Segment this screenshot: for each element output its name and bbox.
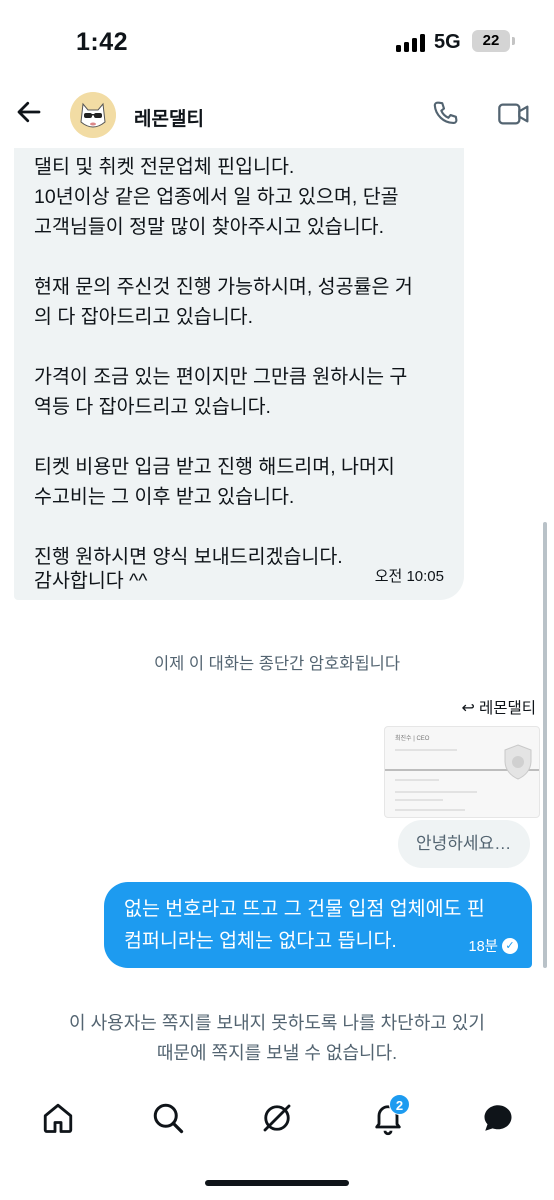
card-name: 최진수 | CEO <box>395 736 430 742</box>
shield-logo-icon <box>504 744 532 780</box>
forwarded-name: 레몬댈티 <box>478 700 536 717</box>
scrollbar[interactable] <box>543 522 547 968</box>
message-line: 수고비는 그 이후 받고 있습니다. <box>34 486 295 508</box>
reply-arrow-icon: ↩ <box>461 700 475 717</box>
message-line: 감사합니다 ^^ <box>34 570 148 592</box>
incoming-message-bubble[interactable]: 댈티 및 취켓 전문업체 핀입니다. 10년이상 같은 업종에서 일 하고 있으… <box>14 148 464 600</box>
notifications-tab[interactable]: 2 <box>370 1094 410 1136</box>
avatar[interactable] <box>70 92 116 138</box>
home-icon[interactable] <box>40 1100 76 1136</box>
message-line: 고객님들이 정말 많이 찾아주시고 있습니다. <box>34 216 385 238</box>
phone-icon[interactable] <box>430 98 462 130</box>
conversation[interactable]: 댈티 및 취켓 전문업체 핀입니다. 10년이상 같은 업종에서 일 하고 있으… <box>0 148 554 980</box>
message-meta: 18분 ✓ <box>469 935 518 956</box>
message-timestamp: 18분 <box>468 939 498 955</box>
network-type: 5G <box>434 31 461 53</box>
outgoing-message-bubble[interactable]: 없는 번호라고 뜨고 그 건물 입점 업체에도 핀 컴퍼니라는 업체는 없다고 … <box>104 882 532 968</box>
conversation-header: 레몬댈티 <box>0 80 554 148</box>
encryption-notice: 이제 이 대화는 종단간 암호화됩니다 <box>153 655 401 673</box>
status-time: 1:42 <box>76 28 129 56</box>
business-card-image[interactable]: 최진수 | CEO <box>384 726 540 818</box>
message-line: 티켓 비용만 입금 받고 진행 해드리며, 나머지 <box>34 456 395 478</box>
forwarded-label: ↩ 레몬댈티 <box>462 696 536 718</box>
reply-preview[interactable]: 안녕하세요… <box>398 820 530 868</box>
read-check-icon: ✓ <box>502 937 518 954</box>
message-timestamp: 오전 10:05 <box>374 568 444 585</box>
grok-icon[interactable] <box>259 1100 295 1136</box>
messages-icon[interactable] <box>480 1100 516 1136</box>
search-icon[interactable] <box>150 1100 186 1136</box>
message-line: 없는 번호라고 뜨고 그 건물 입점 업체에도 핀 <box>124 898 485 920</box>
back-arrow-icon[interactable] <box>14 97 44 127</box>
battery-tip <box>512 37 515 45</box>
status-bar: 1:42 5G 22 <box>0 0 554 80</box>
blocked-notice: 이 사용자는 쪽지를 보내지 못하도록 나를 차단하고 있기 때문에 쪽지를 보… <box>0 1008 554 1068</box>
blocked-notice-line: 때문에 쪽지를 보낼 수 없습니다. <box>156 1043 398 1063</box>
blocked-notice-line: 이 사용자는 쪽지를 보내지 못하도록 나를 차단하고 있기 <box>69 1013 485 1033</box>
message-line: 컴퍼니라는 업체는 없다고 뜹니다. <box>124 930 397 952</box>
message-line: 의 다 잡아드리고 있습니다. <box>34 306 254 328</box>
signal-bars-icon <box>396 34 428 52</box>
message-line: 역등 다 잡아드리고 있습니다. <box>34 396 271 418</box>
message-line: 댈티 및 취켓 전문업체 핀입니다. <box>34 156 295 178</box>
home-indicator <box>205 1180 349 1186</box>
message-line: 현재 문의 주신것 진행 가능하시며, 성공률은 거 <box>34 276 413 298</box>
message-line: 10년이상 같은 업종에서 일 하고 있으며, 단골 <box>34 186 399 208</box>
notification-badge: 2 <box>389 1094 410 1115</box>
video-icon[interactable] <box>496 98 532 130</box>
tab-bar: 2 <box>0 1090 554 1146</box>
message-line: 가격이 조금 있는 편이지만 그만큼 원하시는 구 <box>34 366 408 388</box>
battery-level: 22 <box>472 30 510 52</box>
contact-name[interactable]: 레몬댈티 <box>134 104 204 131</box>
